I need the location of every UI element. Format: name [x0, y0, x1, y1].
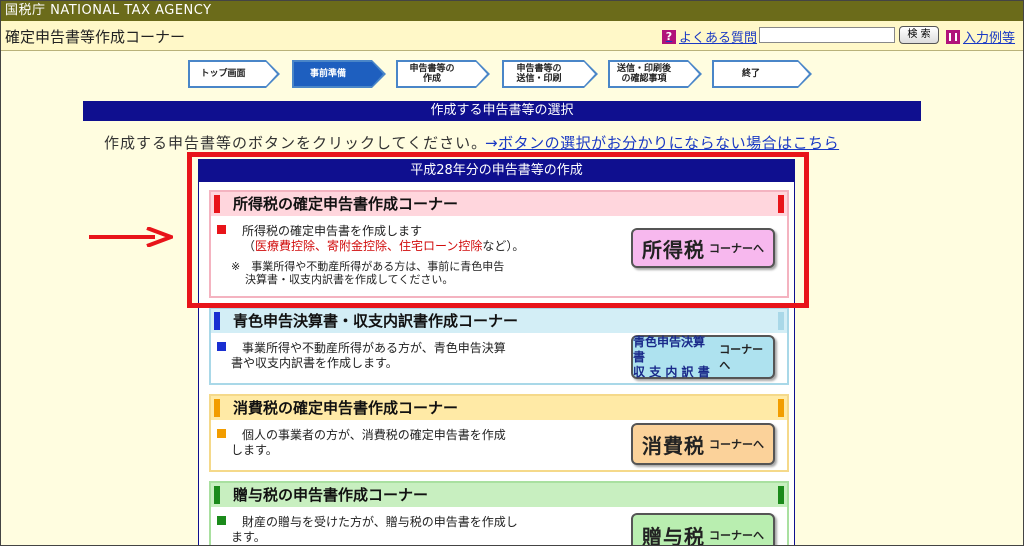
header-bar: 確定申告書等作成コーナー ? よくある質問 検 索 入力例等: [1, 21, 1023, 51]
faq-link[interactable]: ? よくある質問: [662, 27, 757, 46]
desc-line: 個人の事業者の方が、消費税の確定申告書を作成: [242, 428, 506, 442]
step-label: トップ画面: [200, 69, 246, 79]
step-send-print: 申告書等の 送信・印刷: [502, 60, 598, 88]
corner-body: 個人の事業者の方が、消費税の確定申告書を作成 します。 消費税 コーナーへ: [211, 420, 787, 470]
button-main-label: 消費税: [642, 433, 705, 458]
corner-description: 個人の事業者の方が、消費税の確定申告書を作成 します。: [217, 428, 607, 458]
corner-description: 事業所得や不動産所得がある方が、青色申告決算 書や収支内訳書を作成します。: [217, 341, 607, 371]
button-sub-label: コーナーへ: [709, 242, 764, 255]
corner-title: 贈与税の申告書作成コーナー: [211, 483, 787, 507]
button-main-label: 青色申告決算書 収 支 内 訳 書: [633, 335, 715, 380]
step-end: 終了: [712, 60, 812, 88]
button-line: 青色申告決算書: [633, 334, 706, 364]
corner-title-text: 消費税の確定申告書作成コーナー: [233, 399, 459, 417]
corner-gift-tax: 贈与税の申告書作成コーナー 財産の贈与を受けた方が、贈与税の申告書を作成し ます…: [209, 481, 789, 546]
step-create: 申告書等の 作成: [396, 60, 490, 88]
search-button[interactable]: 検 索: [899, 26, 939, 44]
bullet-square: [217, 429, 226, 438]
corner-income-tax: 所得税の確定申告書作成コーナー 所得税の確定申告書を作成します （医療費控除、寄…: [209, 190, 789, 298]
question-icon: ?: [662, 29, 676, 44]
income-tax-corner-button[interactable]: 所得税 コーナーへ: [631, 228, 775, 268]
corner-consumption-tax: 消費税の確定申告書作成コーナー 個人の事業者の方が、消費税の確定申告書を作成 し…: [209, 394, 789, 472]
corner-title-text: 所得税の確定申告書作成コーナー: [233, 195, 459, 213]
bullet-square: [217, 342, 226, 351]
examples-label: 入力例等: [963, 31, 1016, 46]
step-preparation: 事前準備: [292, 60, 386, 88]
button-main-label: 贈与税: [642, 524, 705, 546]
corner-body: 財産の贈与を受けた方が、贈与税の申告書を作成し ます。 贈与税 コーナーへ: [211, 507, 787, 546]
book-icon: [946, 29, 960, 44]
deduction-list: 医療費控除、寄附金控除、住宅ローン控除: [255, 239, 483, 253]
pointer-arrow-icon: [89, 227, 173, 247]
section-header: 作成する申告書等の選択: [83, 101, 921, 121]
agency-name: 国税庁 NATIONAL TAX AGENCY: [5, 3, 212, 18]
agency-bar: 国税庁 NATIONAL TAX AGENCY: [1, 1, 1023, 21]
gift-tax-corner-button[interactable]: 贈与税 コーナーへ: [631, 513, 775, 546]
button-line: 収 支 内 訳 書: [633, 364, 710, 379]
corner-title-text: 贈与税の申告書作成コーナー: [233, 486, 429, 504]
year-panel-title: 平成28年分の申告書等の作成: [199, 160, 794, 182]
step-label: 事前準備: [309, 69, 346, 79]
desc-prefix: （: [243, 239, 256, 253]
help-link-text: ボタンの選択がお分かりにならない場合はこちら: [498, 134, 840, 152]
desc-line: します。: [231, 443, 278, 457]
accent-mark: [778, 312, 784, 330]
desc-suffix: など）。: [482, 239, 525, 253]
button-main-label: 所得税: [642, 237, 705, 262]
faq-label: よくある質問: [679, 31, 758, 46]
desc-line: 所得税の確定申告書を作成します: [242, 224, 423, 238]
blue-return-corner-button[interactable]: 青色申告決算書 収 支 内 訳 書 コーナーへ: [631, 335, 775, 379]
button-sub-label: コーナーへ: [709, 438, 764, 451]
browser-frame: 国税庁 NATIONAL TAX AGENCY 確定申告書等作成コーナー ? よ…: [0, 0, 1024, 546]
desc-line: 事業所得や不動産所得がある方が、青色申告決算: [242, 341, 506, 355]
step-confirm: 送信・印刷後 の確認事項: [608, 60, 702, 88]
accent-mark: [778, 486, 784, 504]
desc-line: 財産の贈与を受けた方が、贈与税の申告書を作成し: [242, 515, 518, 529]
step-label: 申告書等の 作成: [409, 64, 455, 84]
accent-mark: [214, 399, 220, 417]
accent-mark: [214, 486, 220, 504]
step-label: 終了: [741, 69, 760, 79]
bullet-square: [217, 225, 226, 234]
step-label: 申告書等の 送信・印刷: [516, 64, 562, 84]
app-title: 確定申告書等作成コーナー: [5, 28, 186, 46]
note-line: ※ 事業所得や不動産所得がある方は、事前に青色申告: [231, 260, 505, 273]
consumption-tax-corner-button[interactable]: 消費税 コーナーへ: [631, 423, 775, 465]
link-arrow: →: [485, 134, 499, 152]
button-sub-label: コーナーへ: [709, 529, 764, 542]
help-link[interactable]: →ボタンの選択がお分かりにならない場合はこちら: [485, 132, 839, 153]
button-sub-label: コーナーへ: [719, 343, 764, 372]
bullet-square: [217, 516, 226, 525]
instruction-text: 作成する申告書等のボタンをクリックしてください。: [104, 134, 488, 152]
examples-link[interactable]: 入力例等: [946, 27, 1015, 46]
corner-title: 所得税の確定申告書作成コーナー: [211, 192, 787, 216]
accent-mark: [778, 195, 784, 213]
accent-mark: [778, 399, 784, 417]
accent-mark: [214, 312, 220, 330]
corner-description: 所得税の確定申告書を作成します （医療費控除、寄附金控除、住宅ローン控除など）。…: [217, 224, 607, 286]
corner-title: 消費税の確定申告書作成コーナー: [211, 396, 787, 420]
corner-description: 財産の贈与を受けた方が、贈与税の申告書を作成し ます。: [217, 515, 607, 545]
desc-line: 書や収支内訳書を作成します。: [231, 356, 398, 370]
search-input[interactable]: [759, 27, 895, 43]
corner-title-text: 青色申告決算書・収支内訳書作成コーナー: [233, 312, 519, 330]
corner-blue-return: 青色申告決算書・収支内訳書作成コーナー 事業所得や不動産所得がある方が、青色申告…: [209, 307, 789, 385]
corner-title: 青色申告決算書・収支内訳書作成コーナー: [211, 309, 787, 333]
accent-mark: [214, 195, 220, 213]
step-label: 送信・印刷後 の確認事項: [616, 64, 671, 84]
corner-body: 事業所得や不動産所得がある方が、青色申告決算 書や収支内訳書を作成します。 青色…: [211, 333, 787, 383]
desc-line: ます。: [231, 530, 266, 544]
note-line: 決算書・収支内訳書を作成してください。: [245, 273, 454, 286]
corner-body: 所得税の確定申告書を作成します （医療費控除、寄附金控除、住宅ローン控除など）。…: [211, 216, 787, 296]
step-top: トップ画面: [188, 60, 280, 88]
